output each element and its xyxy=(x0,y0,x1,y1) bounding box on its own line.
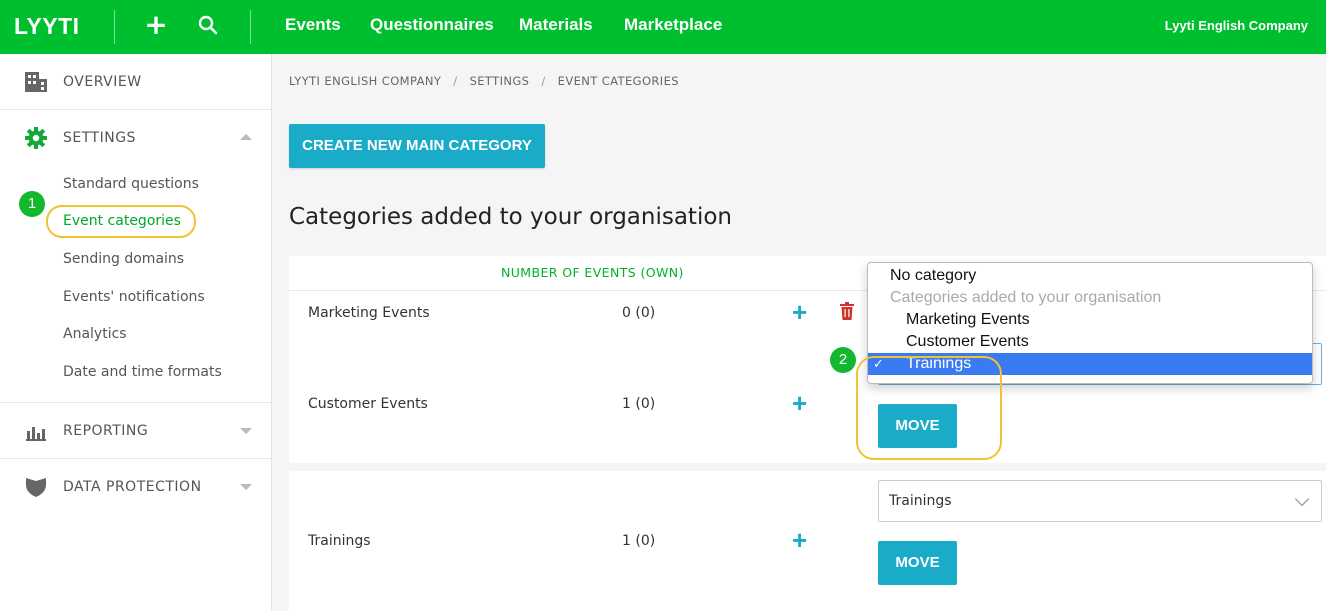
chevron-down-icon[interactable] xyxy=(240,484,252,490)
highlight-move-area xyxy=(856,356,1002,460)
sidebar-item-overview[interactable]: OVERVIEW xyxy=(0,54,272,110)
sidebar: OVERVIEW SETTINGS Standard questions Eve… xyxy=(0,54,272,611)
bar-chart-icon xyxy=(24,419,48,443)
sidebar-item-sending-domains[interactable]: Sending domains xyxy=(63,251,184,267)
sidebar-item-standard-questions[interactable]: Standard questions xyxy=(63,176,199,192)
category-count: 1 (0) xyxy=(622,396,656,412)
top-navigation-bar: LYYTI + Events Questionnaires Materials … xyxy=(0,0,1326,54)
category-count: 0 (0) xyxy=(622,305,656,321)
breadcrumb-company[interactable]: LYYTI ENGLISH COMPANY xyxy=(289,74,441,88)
highlight-event-categories xyxy=(46,205,196,238)
building-icon xyxy=(24,70,48,94)
sidebar-item-label: OVERVIEW xyxy=(63,74,142,90)
category-count: 1 (0) xyxy=(622,533,656,549)
nav-materials[interactable]: Materials xyxy=(519,15,593,35)
chevron-up-icon[interactable] xyxy=(240,134,252,140)
select-value: Trainings xyxy=(889,493,952,509)
column-header-events: NUMBER OF EVENTS (OWN) xyxy=(501,265,684,280)
category-name-trainings: Trainings xyxy=(308,533,371,549)
breadcrumb-separator: / xyxy=(541,74,546,88)
sidebar-item-data-protection[interactable]: DATA PROTECTION xyxy=(0,459,272,515)
sidebar-item-analytics[interactable]: Analytics xyxy=(63,326,127,342)
nav-questionnaires[interactable]: Questionnaires xyxy=(370,15,494,35)
row-separator xyxy=(289,463,1326,471)
sidebar-item-reporting[interactable]: REPORTING xyxy=(0,403,272,459)
option-customer-events[interactable]: Customer Events xyxy=(868,331,1312,353)
divider xyxy=(250,10,251,44)
create-main-category-button[interactable]: CREATE NEW MAIN CATEGORY xyxy=(289,124,545,168)
step-badge-2: 2 xyxy=(830,347,856,373)
category-select-trainings[interactable]: Trainings xyxy=(878,480,1322,522)
breadcrumb: LYYTI ENGLISH COMPANY / SETTINGS / EVENT CAT… xyxy=(289,74,679,88)
trash-icon[interactable] xyxy=(839,302,855,320)
option-group-label: Categories added to your organisation xyxy=(890,289,1162,306)
category-name-customer: Customer Events xyxy=(308,396,428,412)
shield-icon xyxy=(24,475,48,499)
sidebar-item-settings[interactable]: SETTINGS xyxy=(63,130,136,146)
option-marketing-events[interactable]: Marketing Events xyxy=(868,309,1312,331)
divider xyxy=(114,10,115,44)
nav-marketplace[interactable]: Marketplace xyxy=(624,15,722,35)
step-badge-1: 1 xyxy=(19,191,45,217)
option-no-category[interactable]: No category xyxy=(868,265,1312,287)
sidebar-item-label: DATA PROTECTION xyxy=(63,479,202,495)
chevron-down-icon[interactable] xyxy=(240,428,252,434)
breadcrumb-event-categories: EVENT CATEGORIES xyxy=(557,74,679,88)
chevron-down-icon xyxy=(1294,491,1310,507)
breadcrumb-separator: / xyxy=(453,74,458,88)
sidebar-item-label: REPORTING xyxy=(63,423,149,439)
move-button[interactable]: MOVE xyxy=(878,541,957,585)
category-name-marketing: Marketing Events xyxy=(308,305,430,321)
add-subcategory-icon[interactable]: + xyxy=(792,527,807,553)
plus-icon[interactable]: + xyxy=(144,10,168,40)
sidebar-section-settings: SETTINGS Standard questions Event catego… xyxy=(0,110,272,403)
gear-icon xyxy=(24,126,48,150)
breadcrumb-settings[interactable]: SETTINGS xyxy=(470,74,530,88)
add-subcategory-icon[interactable]: + xyxy=(792,299,807,325)
sidebar-item-events-notifications[interactable]: Events' notifications xyxy=(63,289,205,305)
add-subcategory-icon[interactable]: + xyxy=(792,390,807,416)
company-name[interactable]: Lyyti English Company xyxy=(1165,18,1308,33)
nav-events[interactable]: Events xyxy=(285,15,341,35)
lyyti-logo[interactable]: LYYTI xyxy=(14,13,80,40)
search-icon[interactable] xyxy=(197,14,219,36)
page-title: Categories added to your organisation xyxy=(289,204,732,230)
sidebar-item-date-time-formats[interactable]: Date and time formats xyxy=(63,364,222,380)
